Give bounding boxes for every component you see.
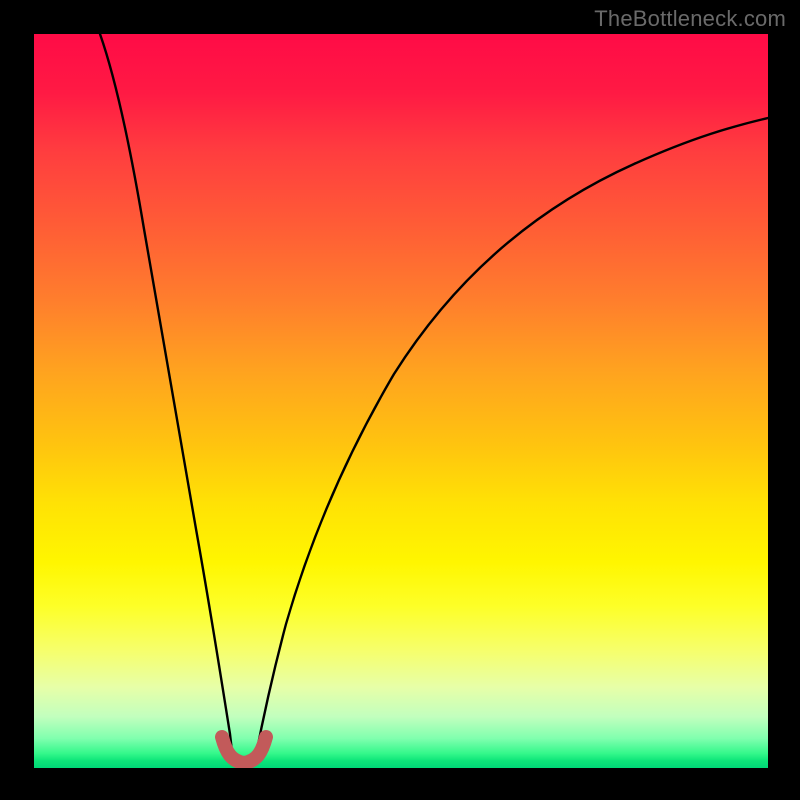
chart-frame: TheBottleneck.com — [0, 0, 800, 800]
series-right-branch — [255, 118, 768, 760]
watermark-text: TheBottleneck.com — [594, 6, 786, 32]
series-valley-marker — [222, 737, 266, 763]
series-left-branch — [100, 34, 233, 760]
curve-layer — [34, 34, 768, 768]
plot-area — [34, 34, 768, 768]
